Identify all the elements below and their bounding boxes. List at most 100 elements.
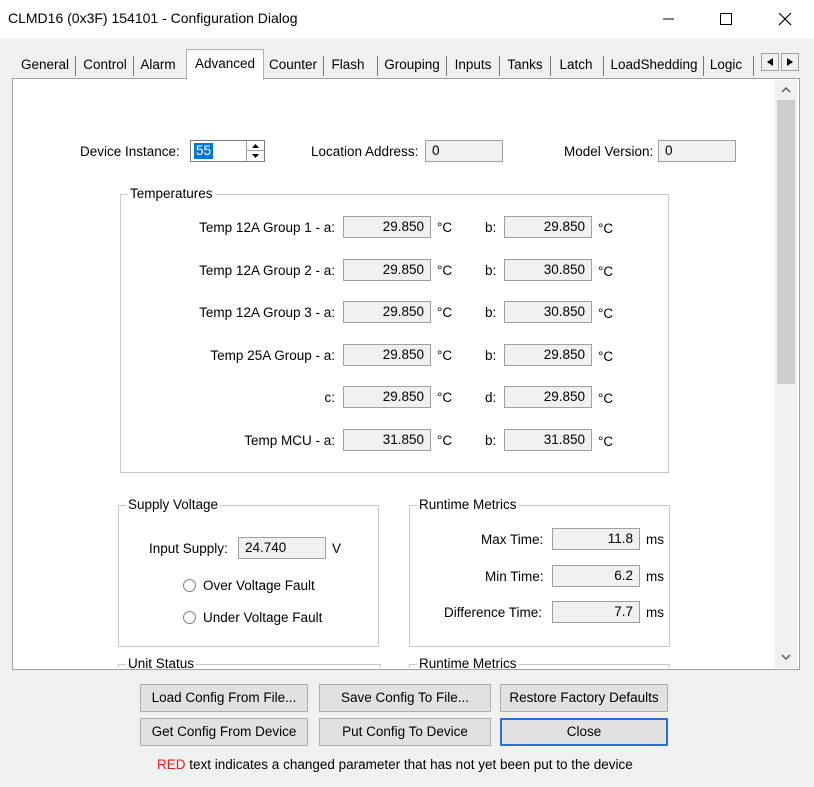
temperatures-group-title: Temperatures	[128, 186, 215, 201]
temp-b-label: b:	[485, 348, 497, 363]
spin-up-button[interactable]	[246, 141, 264, 151]
max-time-field: 11.8	[552, 528, 640, 550]
temp-a-field: 29.850	[343, 301, 431, 323]
input-supply-label: Input Supply:	[149, 541, 228, 556]
max-time-unit: ms	[646, 532, 664, 547]
title-bar: CLMD16 (0x3F) 154101 - Configuration Dia…	[0, 0, 814, 38]
scroll-down-button[interactable]	[775, 647, 797, 667]
tab-alarm[interactable]: Alarm	[136, 52, 180, 78]
temp-a-unit: °C	[437, 433, 453, 448]
model-version-label: Model Version:	[564, 144, 654, 159]
min-time-label: Min Time:	[485, 569, 544, 584]
temp-a-unit: °C	[437, 220, 453, 235]
tab-scroll-right-button[interactable]	[781, 53, 799, 71]
temp-b-unit: °C	[598, 306, 614, 321]
tab-separator	[603, 56, 604, 76]
under-voltage-fault-label: Under Voltage Fault	[203, 610, 323, 625]
minimize-button[interactable]	[640, 0, 698, 38]
location-address-field: 0	[425, 140, 503, 162]
get-config-button[interactable]: Get Config From Device	[140, 718, 308, 746]
temp-b-field: 29.850	[504, 344, 592, 366]
temp-a-field: 29.850	[343, 259, 431, 281]
tab-separator	[323, 56, 324, 76]
difference-time-unit: ms	[646, 605, 664, 620]
chevron-up-icon	[781, 87, 791, 93]
temp-b-field: 29.850	[504, 216, 592, 238]
location-address-label: Location Address:	[311, 144, 419, 159]
temp-b-label: b:	[485, 433, 497, 448]
footer-red-word: RED	[157, 757, 186, 772]
maximize-button[interactable]	[697, 0, 755, 38]
load-config-button[interactable]: Load Config From File...	[140, 684, 308, 712]
input-supply-field: 24.740	[238, 537, 326, 559]
temp-b-label: b:	[485, 263, 497, 278]
tab-separator	[550, 56, 551, 76]
runtime-metrics-2-group-title: Runtime Metrics	[417, 656, 519, 668]
device-instance-input[interactable]: 55	[194, 143, 214, 159]
temp-a-field: 29.850	[343, 344, 431, 366]
temp-b-unit: °C	[598, 391, 614, 406]
tab-separator	[133, 56, 134, 76]
tab-advanced[interactable]: Advanced	[186, 49, 264, 80]
put-config-button[interactable]: Put Config To Device	[319, 718, 491, 746]
arrow-left-icon	[767, 58, 773, 66]
scrollbar-thumb[interactable]	[777, 100, 795, 384]
tab-logic[interactable]: Logic	[706, 52, 746, 78]
temp-b-unit: °C	[598, 264, 614, 279]
arrow-right-icon	[787, 58, 793, 66]
close-icon	[778, 12, 792, 26]
tab-separator	[753, 56, 754, 76]
temp-row-label: c:	[324, 390, 335, 405]
temp-b-unit: °C	[598, 221, 614, 236]
spin-up-icon	[252, 143, 259, 148]
over-voltage-fault-radio[interactable]	[183, 579, 196, 592]
device-instance-label: Device Instance:	[80, 144, 180, 159]
tab-separator	[75, 56, 76, 76]
temp-b-unit: °C	[598, 349, 614, 364]
runtime-metrics-group-title: Runtime Metrics	[417, 497, 519, 512]
tab-separator	[446, 56, 447, 76]
temp-a-unit: °C	[437, 390, 453, 405]
tab-tanks[interactable]: Tanks	[502, 52, 548, 78]
window-title: CLMD16 (0x3F) 154101 - Configuration Dia…	[8, 10, 298, 26]
tab-control[interactable]: Control	[78, 52, 132, 78]
tab-counter[interactable]: Counter	[265, 52, 321, 78]
close-button[interactable]: Close	[500, 718, 668, 746]
save-config-button[interactable]: Save Config To File...	[319, 684, 491, 712]
tab-grouping[interactable]: Grouping	[381, 52, 443, 78]
partial-groups-clip: Unit Status Runtime Metrics	[13, 656, 774, 668]
tab-scroll-left-button[interactable]	[761, 53, 779, 71]
footer-note: RED text indicates a changed parameter t…	[157, 757, 633, 772]
supply-voltage-group-title: Supply Voltage	[126, 497, 221, 512]
supply-voltage-group	[118, 505, 379, 647]
spin-down-button[interactable]	[246, 151, 264, 161]
temp-a-field: 31.850	[343, 429, 431, 451]
temp-b-label: b:	[485, 220, 497, 235]
under-voltage-fault-radio[interactable]	[183, 611, 196, 624]
temp-a-unit: °C	[437, 348, 453, 363]
scroll-up-button[interactable]	[775, 80, 797, 100]
temp-row-label: Temp 25A Group - a:	[210, 348, 335, 363]
close-window-button[interactable]	[756, 0, 814, 38]
restore-defaults-button[interactable]: Restore Factory Defaults	[500, 684, 668, 712]
tab-loadshedding[interactable]: LoadShedding	[606, 52, 702, 78]
temp-a-unit: °C	[437, 305, 453, 320]
maximize-icon	[720, 13, 732, 25]
tab-general[interactable]: General	[16, 52, 74, 78]
min-time-unit: ms	[646, 569, 664, 584]
model-version-field: 0	[658, 140, 736, 162]
input-supply-unit: V	[332, 541, 342, 556]
temp-row-label: Temp 12A Group 1 - a:	[199, 220, 335, 235]
temp-b-field: 31.850	[504, 429, 592, 451]
temp-row-label: Temp 12A Group 3 - a:	[199, 305, 335, 320]
chevron-down-icon	[781, 654, 791, 660]
difference-time-label: Difference Time:	[444, 605, 543, 620]
tab-latch[interactable]: Latch	[553, 52, 599, 78]
tab-flash[interactable]: Flash	[326, 52, 370, 78]
tab-separator	[703, 56, 704, 76]
device-instance-spinbox[interactable]: 55	[190, 140, 265, 162]
temp-b-field: 30.850	[504, 259, 592, 281]
temp-b-field: 30.850	[504, 301, 592, 323]
temp-a-unit: °C	[437, 263, 453, 278]
tab-inputs[interactable]: Inputs	[449, 52, 497, 78]
